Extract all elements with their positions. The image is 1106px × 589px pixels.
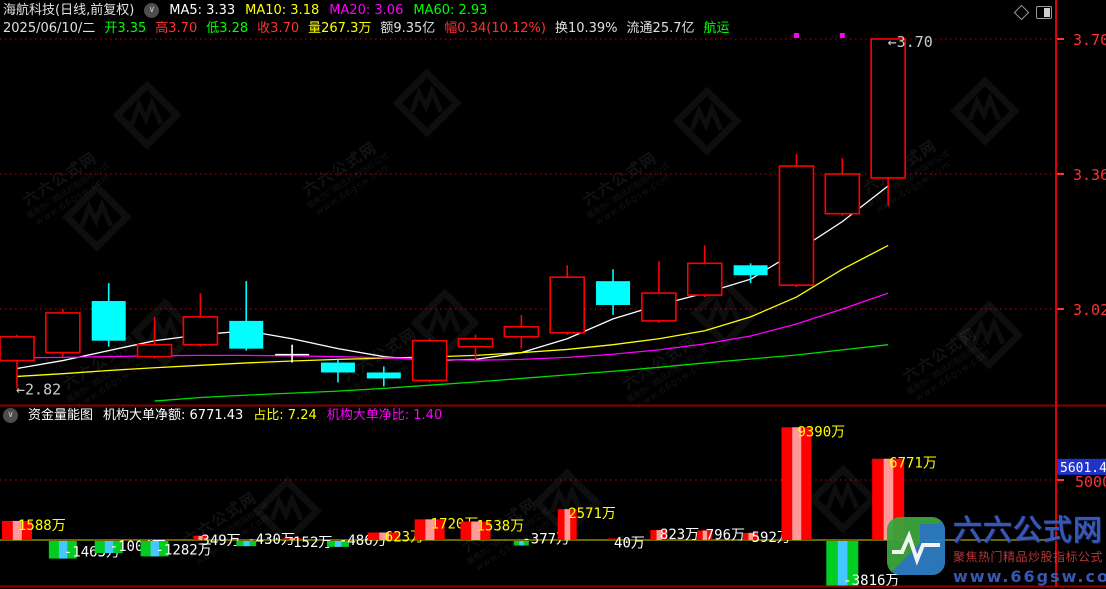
candle-body[interactable]: [229, 321, 263, 349]
ma10-label: MA10: 3.18: [245, 3, 319, 18]
candle-body[interactable]: [459, 339, 493, 347]
flow-bar-label: -430万: [247, 532, 295, 548]
candle-body[interactable]: [413, 341, 447, 381]
turnover-label: 额9.35亿: [380, 21, 435, 36]
high-label: 高3.70: [155, 21, 197, 36]
diamond-icon[interactable]: [1014, 5, 1030, 21]
ma60-label: MA60: 2.93: [413, 3, 487, 18]
y-axis-label: 3.02: [1073, 301, 1106, 319]
close-label: 收3.70: [257, 21, 299, 36]
flow-bar-label: 796万: [706, 527, 745, 543]
volume-label: 量267.3万: [308, 21, 371, 36]
candle-body[interactable]: [367, 372, 401, 378]
fund-panel-header: ∨ 资金量能图 机构大单净额: 6771.43 占比: 7.24 机构大单净比:…: [3, 408, 442, 423]
watermark-site-name: 六六公式网: [953, 516, 1106, 545]
price-annotation: ←2.82: [16, 380, 61, 398]
candle-body[interactable]: [642, 293, 676, 321]
candle-body[interactable]: [92, 301, 126, 341]
watermark-url: www.66gsw.com: [953, 567, 1106, 586]
stock-title: 海航科技(日线,前复权): [3, 3, 134, 18]
candle-body[interactable]: [504, 327, 538, 337]
ma20-label: MA20: 3.06: [329, 3, 403, 18]
y-axis-label: 3.70: [1073, 31, 1106, 49]
chevron-down-circle-icon[interactable]: ∨: [144, 3, 159, 18]
flow-bar-stripe: [792, 427, 801, 540]
change-label: 幅0.34(10.12%): [444, 21, 546, 36]
ma5-label: MA5: 3.33: [169, 3, 235, 18]
flow-bar-label: 9390万: [797, 424, 845, 440]
date-label: 2025/06/10/二: [3, 21, 95, 36]
open-label: 开3.35: [104, 21, 146, 36]
y-axis-label: 3.36: [1073, 166, 1106, 184]
float-cap-label: 流通25.7亿: [627, 21, 695, 36]
candle-body[interactable]: [550, 277, 584, 333]
chevron-down-circle-icon[interactable]: ∨: [3, 408, 18, 423]
flow-bar-label: 152万: [293, 535, 332, 551]
net-ratio-label: 机构大单净比: 1.40: [327, 408, 442, 423]
chart-canvas: 3.703.363.02←2.82←3.7050005601.431588万-1…: [0, 0, 1106, 589]
candle-body[interactable]: [0, 337, 34, 361]
candle-body[interactable]: [138, 345, 172, 357]
flow-bar-label: 823万: [660, 527, 699, 543]
candle-body[interactable]: [734, 265, 768, 275]
limit-up-marker: [840, 33, 845, 38]
candle-body[interactable]: [825, 174, 859, 214]
candle-body[interactable]: [596, 281, 630, 305]
low-label: 低3.28: [206, 21, 248, 36]
sector-label[interactable]: 航运: [704, 21, 730, 36]
window-controls: [1016, 6, 1052, 19]
site-watermark: 六六公式网 聚焦热门精品炒股指标公式 www.66gsw.com: [886, 516, 1106, 586]
limit-up-marker: [794, 33, 799, 38]
price-annotation: ←3.70: [888, 33, 933, 51]
flow-bar-label: 1588万: [18, 518, 66, 534]
ohlc-info-line: 2025/06/10/二 开3.35 高3.70 低3.28 收3.70 量26…: [3, 21, 730, 36]
flow-bar-label: 349万: [201, 533, 240, 549]
candle-body[interactable]: [321, 363, 355, 373]
indicator-name[interactable]: 资金量能图: [28, 408, 93, 423]
stock-chart-window: 六六公式网聚焦热门精品炒股指标公式www.66gsw.com六六公式网聚焦热门精…: [0, 0, 1106, 589]
flow-bar-label: 6771万: [889, 456, 937, 472]
window-switch-icon[interactable]: [1036, 6, 1052, 19]
candle-body[interactable]: [46, 313, 80, 353]
candle-body[interactable]: [871, 39, 905, 178]
ma5-line: [17, 186, 888, 369]
turnover-rate-label: 换10.39%: [555, 21, 618, 36]
main-header: 海航科技(日线,前复权) ∨ MA5: 3.33 MA10: 3.18 MA20…: [3, 3, 487, 18]
site-logo-icon: [886, 516, 946, 576]
watermark-tagline: 聚焦热门精品炒股指标公式: [953, 548, 1106, 565]
flow-bar-label: 40万: [614, 536, 645, 552]
candle-body[interactable]: [183, 317, 217, 345]
flow-bar-label: 2571万: [568, 506, 616, 522]
candle-body[interactable]: [779, 166, 813, 285]
current-value-label: 5601.43: [1060, 461, 1106, 476]
candle-body[interactable]: [688, 263, 722, 295]
net-amount-label: 机构大单净额: 6771.43: [103, 408, 243, 423]
ratio-label: 占比: 7.24: [253, 408, 316, 423]
flow-bar-label: 1538万: [477, 519, 525, 535]
